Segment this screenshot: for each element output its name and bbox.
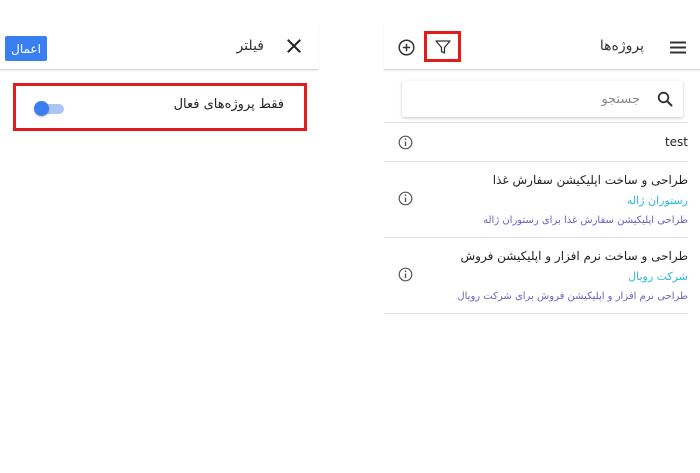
project-list-item[interactable]: طراحی و ساخت اپلیکیشن سفارش غذا رستوران … (384, 161, 688, 237)
toggle-thumb (34, 101, 49, 116)
project-client: رستوران ژاله (626, 194, 688, 207)
projects-title: پروژه‌ها (599, 38, 644, 54)
project-list: test طراحی و ساخت اپلیکیشن سفارش غذا رست… (384, 122, 688, 314)
plus-circle-icon[interactable] (398, 39, 415, 56)
apply-button[interactable]: اعمال (5, 36, 47, 61)
filter-funnel-icon (434, 39, 451, 54)
project-name: test (664, 135, 688, 149)
project-name: طراحی و ساخت اپلیکیشن سفارش غذا (492, 173, 688, 187)
project-name: طراحی و ساخت نرم افزار و اپلیکیشن فروش (460, 249, 689, 263)
search-input[interactable] (410, 81, 640, 117)
projects-header: پروژه‌ها (384, 24, 700, 70)
info-circle-icon[interactable] (398, 191, 413, 206)
project-description: طراحی اپلیکیشن سفارش غذا برای رستوران ژا… (483, 215, 688, 226)
close-icon[interactable] (286, 38, 302, 54)
filter-button[interactable] (424, 31, 461, 62)
search-icon[interactable] (657, 91, 673, 107)
filter-panel: اعمال فیلتر فقط پروژه‌های فعال (0, 0, 318, 473)
projects-panel: پروژه‌ها test (384, 0, 700, 473)
search-box (402, 81, 683, 117)
active-projects-label: فقط پروژه‌های فعال (173, 97, 284, 112)
active-projects-toggle[interactable] (34, 101, 64, 116)
hamburger-menu-icon[interactable] (670, 41, 686, 54)
project-list-item[interactable]: طراحی و ساخت نرم افزار و اپلیکیشن فروش ش… (384, 237, 688, 314)
info-circle-icon[interactable] (398, 267, 413, 282)
app-root: اعمال فیلتر فقط پروژه‌های فعال (0, 0, 700, 473)
project-client: شرکت رویال (628, 270, 688, 283)
filter-title: فیلتر (236, 38, 264, 54)
project-list-item[interactable]: test (384, 122, 688, 161)
active-projects-filter-option: فقط پروژه‌های فعال (13, 83, 307, 131)
filter-header: اعمال فیلتر (0, 24, 318, 70)
project-description: طراحی نرم افزار و اپلیکیشن فروش برای شرک… (457, 291, 688, 302)
info-circle-icon[interactable] (398, 135, 413, 150)
